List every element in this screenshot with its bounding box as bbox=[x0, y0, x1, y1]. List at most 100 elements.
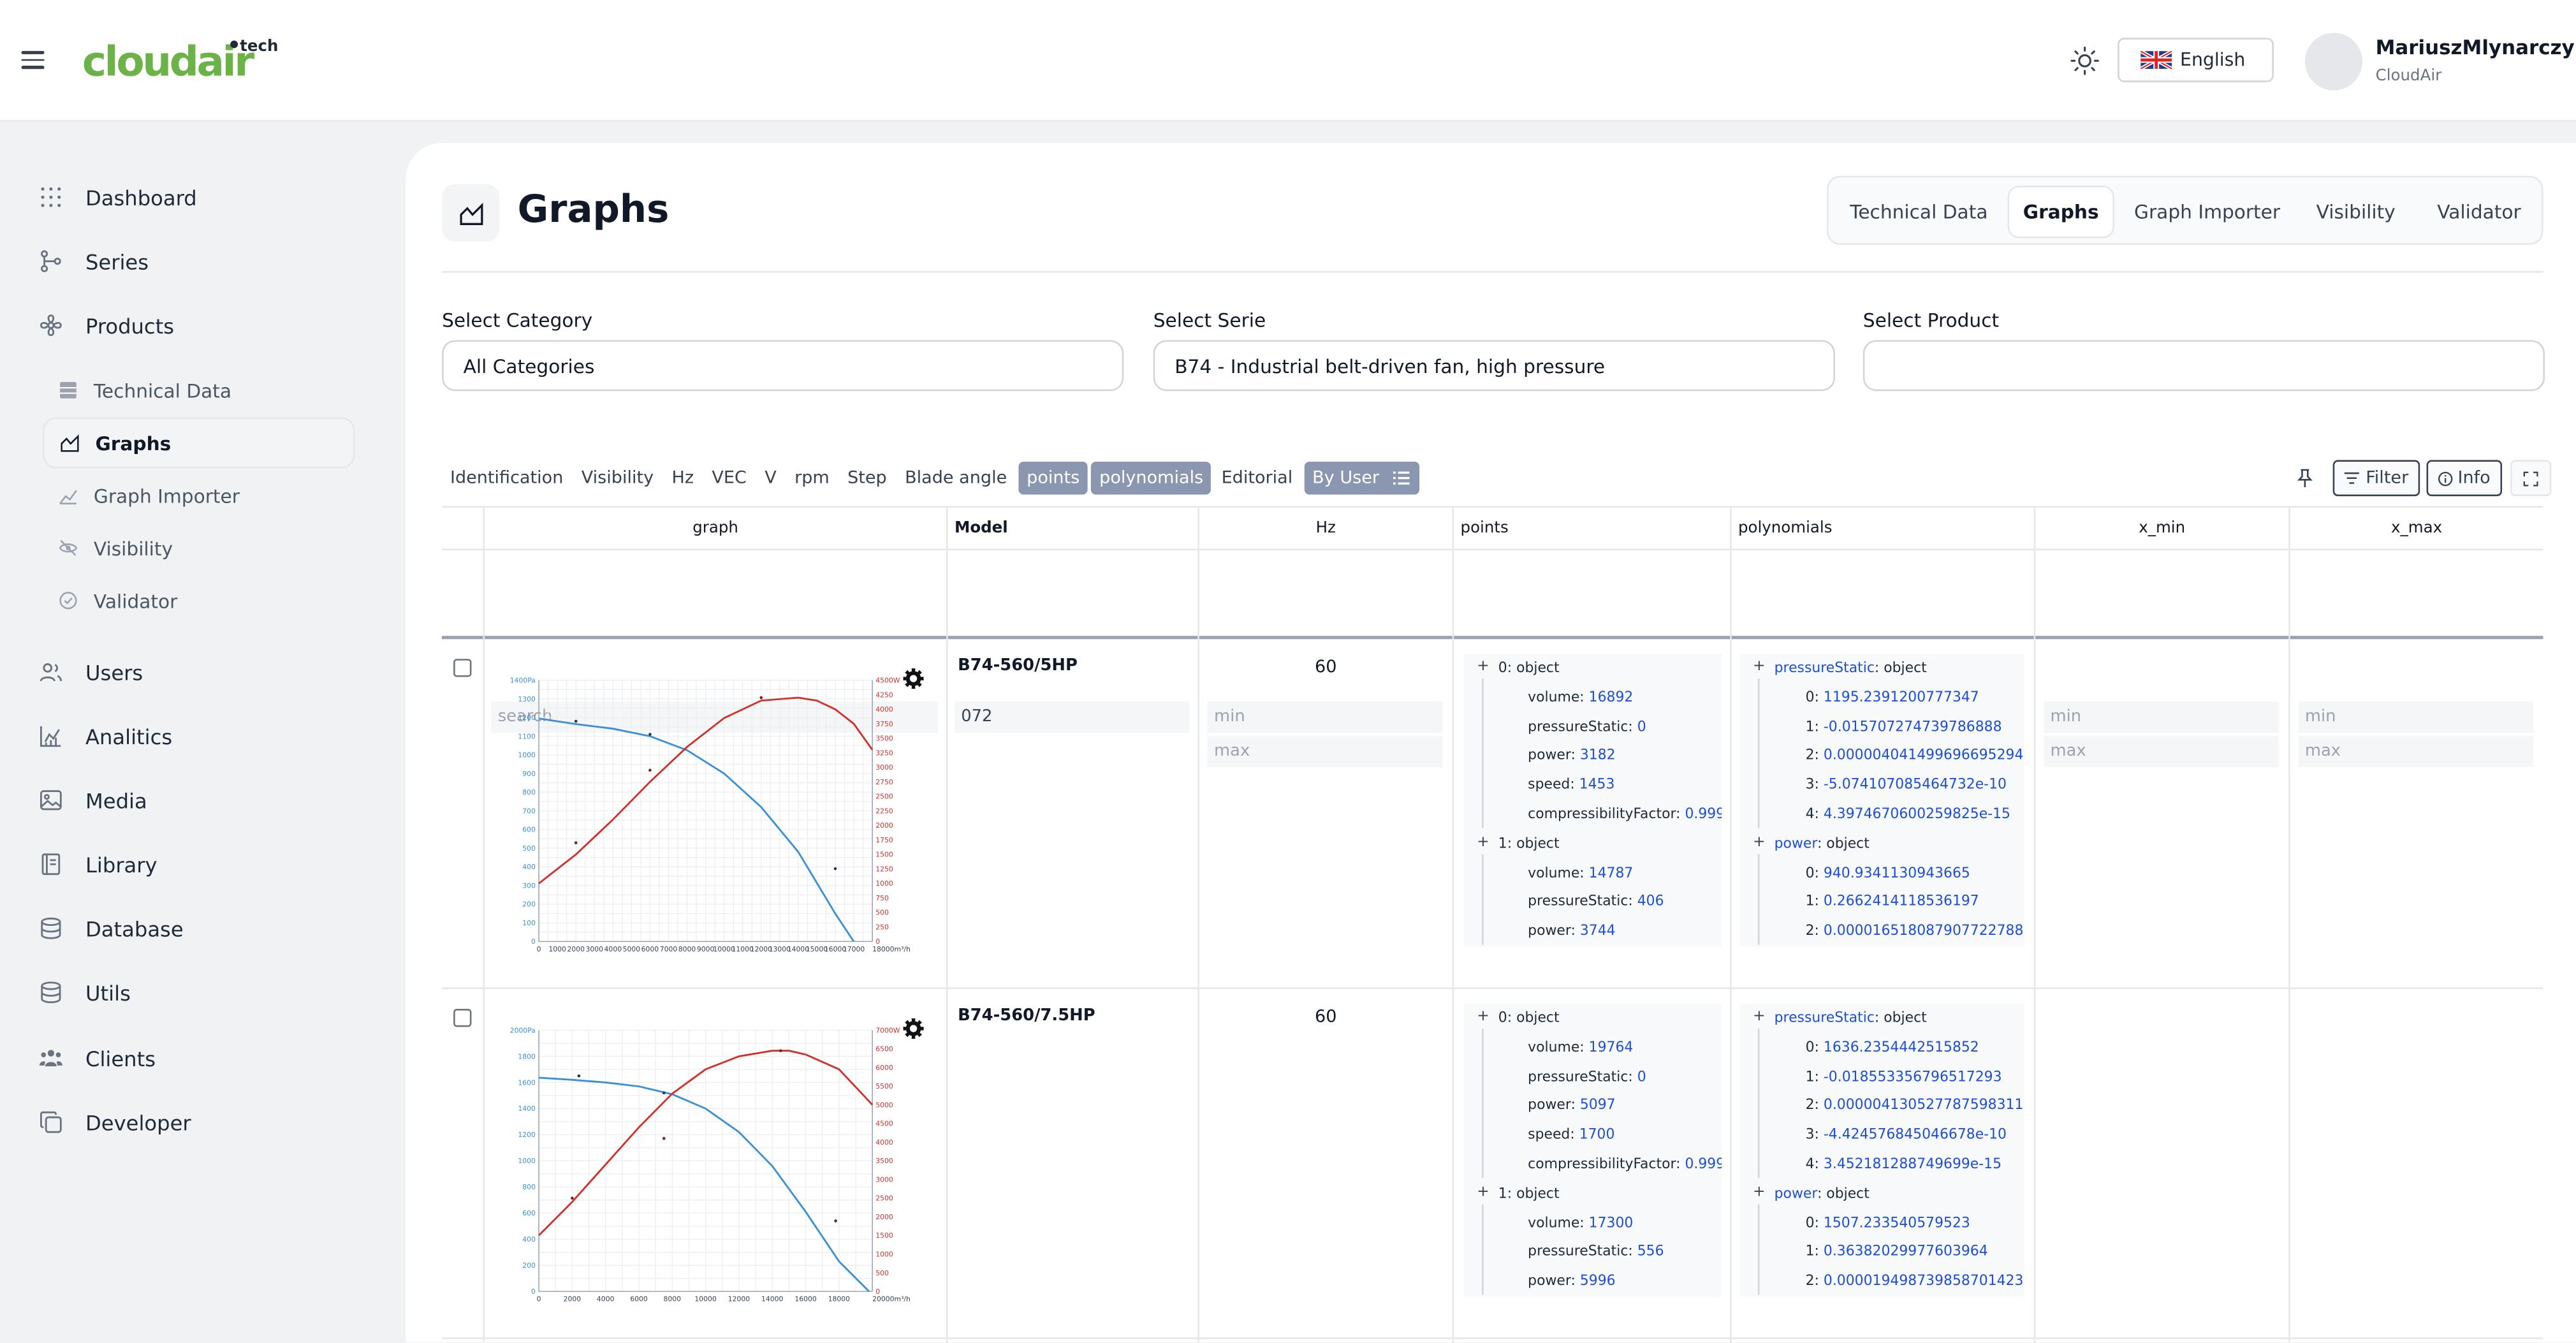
sidebar-item-clients[interactable]: Clients bbox=[39, 1042, 156, 1075]
filter-button[interactable]: Filter bbox=[2332, 460, 2420, 497]
toggle-identification[interactable]: Identification bbox=[442, 462, 571, 495]
serie-select[interactable]: B74 - Industrial belt-driven fan, high p… bbox=[1153, 340, 1835, 392]
sidebar-item-analitics[interactable]: Analitics bbox=[40, 720, 172, 753]
toggle-rpm[interactable]: rpm bbox=[786, 462, 837, 495]
tree-key: 3: bbox=[1805, 1127, 1824, 1144]
expand-toggle-icon[interactable]: + bbox=[1753, 1009, 1765, 1025]
tree-guide-line bbox=[1482, 1028, 1484, 1178]
avatar[interactable] bbox=[2304, 33, 2363, 91]
info-button[interactable]: Info bbox=[2426, 460, 2502, 497]
sidebar-sub-graphs[interactable]: Graphs bbox=[42, 417, 355, 469]
y-right-tick-label: 2000 bbox=[875, 1213, 893, 1221]
x-max-min-input[interactable]: min bbox=[2298, 701, 2534, 733]
tree-key: 1: bbox=[1805, 719, 1824, 736]
sidebar-item-media[interactable]: Media bbox=[40, 784, 147, 817]
col-header-x-max[interactable]: x_max bbox=[2290, 506, 2543, 549]
sidebar-item-developer[interactable]: Developer bbox=[40, 1106, 191, 1139]
hz-max-input[interactable]: max bbox=[1207, 736, 1443, 768]
tree-key: pressureStatic: bbox=[1528, 1244, 1637, 1261]
tree-value: 0.2662414118536197 bbox=[1823, 894, 1979, 911]
sidebar-item-users[interactable]: Users bbox=[40, 656, 143, 689]
sidebar-item-series[interactable]: Series bbox=[40, 245, 149, 278]
top-bar: cloudair tech English MariuszMlynarczyk … bbox=[0, 0, 2576, 122]
col-header-polynomials[interactable]: polynomials bbox=[1738, 506, 1833, 549]
tree-value: -0.015707274739786888 bbox=[1823, 719, 2002, 736]
expand-toggle-icon[interactable]: + bbox=[1753, 834, 1765, 851]
y-right-tick-label: 1250 bbox=[875, 865, 893, 873]
y-right-tick-label: 6000 bbox=[875, 1064, 893, 1072]
col-header-graph[interactable]: graph bbox=[485, 506, 946, 549]
col-header-hz[interactable]: Hz bbox=[1199, 506, 1453, 549]
tab-graphs[interactable]: Graphs bbox=[2007, 186, 2114, 239]
expand-toggle-icon[interactable]: + bbox=[1477, 1009, 1489, 1025]
toggle-step[interactable]: Step bbox=[839, 462, 895, 495]
tree-value: 5097 bbox=[1579, 1098, 1616, 1115]
tab-validator[interactable]: Validator bbox=[2420, 186, 2538, 238]
tab-technical-data[interactable]: Technical Data bbox=[1837, 186, 2002, 238]
sidebar-sub-label: Validator bbox=[93, 589, 178, 612]
category-select[interactable]: All Categories bbox=[442, 340, 1124, 392]
sidebar-item-database[interactable]: Database bbox=[40, 912, 184, 945]
hz-cell: 60 bbox=[1315, 657, 1337, 677]
x-max-max-input[interactable]: max bbox=[2298, 736, 2534, 768]
x-tick-label: 20000m³/h bbox=[872, 1295, 911, 1303]
fullscreen-button[interactable] bbox=[2510, 460, 2552, 497]
pin-icon[interactable] bbox=[2297, 468, 2313, 488]
tree-guide-line bbox=[1757, 1028, 1760, 1178]
product-select[interactable] bbox=[1862, 340, 2545, 392]
menu-icon[interactable] bbox=[21, 50, 45, 69]
tree-key: 4: bbox=[1805, 807, 1824, 823]
y-right-tick-label: 1750 bbox=[875, 836, 893, 844]
col-header-x-min[interactable]: x_min bbox=[2035, 506, 2288, 549]
toggle-vec[interactable]: VEC bbox=[704, 462, 755, 495]
expand-toggle-icon[interactable]: + bbox=[1477, 659, 1489, 675]
expand-toggle-icon[interactable]: + bbox=[1753, 659, 1765, 675]
tree-value: 406 bbox=[1637, 894, 1664, 911]
hz-min-input[interactable]: min bbox=[1207, 701, 1443, 733]
toggle-hz[interactable]: Hz bbox=[664, 462, 702, 495]
row-checkbox[interactable] bbox=[453, 659, 472, 677]
y-left-tick-label: 1400Pa bbox=[510, 677, 536, 685]
theme-toggle-icon[interactable] bbox=[2070, 46, 2099, 75]
logo[interactable]: cloudair tech bbox=[82, 33, 296, 89]
sidebar-item-library[interactable]: Library bbox=[40, 848, 157, 881]
expand-toggle-icon[interactable]: + bbox=[1477, 1184, 1489, 1201]
sidebar-item-label: Dashboard bbox=[85, 184, 197, 210]
row-checkbox[interactable] bbox=[453, 1008, 472, 1027]
model-filter-input[interactable]: 072 bbox=[954, 701, 1190, 733]
y-right-tick-label: 1000 bbox=[875, 879, 893, 888]
expand-toggle-icon[interactable]: + bbox=[1753, 1184, 1765, 1201]
toggle-v[interactable]: V bbox=[756, 462, 784, 495]
x-min-max-input[interactable]: max bbox=[2044, 736, 2279, 768]
gear-icon[interactable] bbox=[902, 1015, 925, 1039]
toggle-blade-angle[interactable]: Blade angle bbox=[896, 462, 1015, 495]
sidebar-sub-graph-importer[interactable]: Graph Importer bbox=[43, 470, 355, 521]
sidebar-item-label: Media bbox=[85, 788, 147, 813]
toggle-by-user[interactable]: By User bbox=[1304, 462, 1419, 495]
sidebar-sub-technical-data[interactable]: Technical Data bbox=[43, 365, 355, 416]
tree-key: 4: bbox=[1805, 1156, 1824, 1173]
toggle-editorial[interactable]: Editorial bbox=[1213, 462, 1301, 495]
sidebar-item-products[interactable]: Products bbox=[40, 309, 174, 342]
tab-graph-importer[interactable]: Graph Importer bbox=[2121, 186, 2294, 238]
sidebar-item-label: Developer bbox=[85, 1110, 191, 1135]
sidebar-item-dashboard[interactable]: Dashboard bbox=[40, 180, 197, 214]
tab-visibility[interactable]: Visibility bbox=[2299, 186, 2413, 238]
gear-icon[interactable] bbox=[902, 665, 925, 689]
tree-key: 2: bbox=[1805, 923, 1824, 941]
col-header-points[interactable]: points bbox=[1461, 506, 1509, 549]
x-min-min-input[interactable]: min bbox=[2044, 701, 2279, 733]
y-right-tick-label: 2750 bbox=[875, 778, 893, 786]
sidebar-sub-validator[interactable]: Validator bbox=[43, 575, 355, 626]
tree-entry: 3: -4.424576845046678e-10 bbox=[1806, 1127, 2007, 1144]
sidebar-sub-visibility[interactable]: Visibility bbox=[43, 522, 355, 573]
language-select[interactable]: English bbox=[2118, 38, 2274, 82]
toggle-visibility[interactable]: Visibility bbox=[573, 462, 662, 495]
sidebar-sub-label: Technical Data bbox=[93, 378, 232, 402]
sidebar-item-utils[interactable]: Utils bbox=[40, 976, 131, 1009]
toggle-polynomials[interactable]: polynomials bbox=[1091, 462, 1212, 495]
col-header-model[interactable]: Model bbox=[955, 506, 1008, 549]
expand-toggle-icon[interactable]: + bbox=[1477, 834, 1489, 851]
toggle-points[interactable]: points bbox=[1018, 462, 1088, 495]
y-left-tick-label: 2000Pa bbox=[510, 1026, 536, 1034]
